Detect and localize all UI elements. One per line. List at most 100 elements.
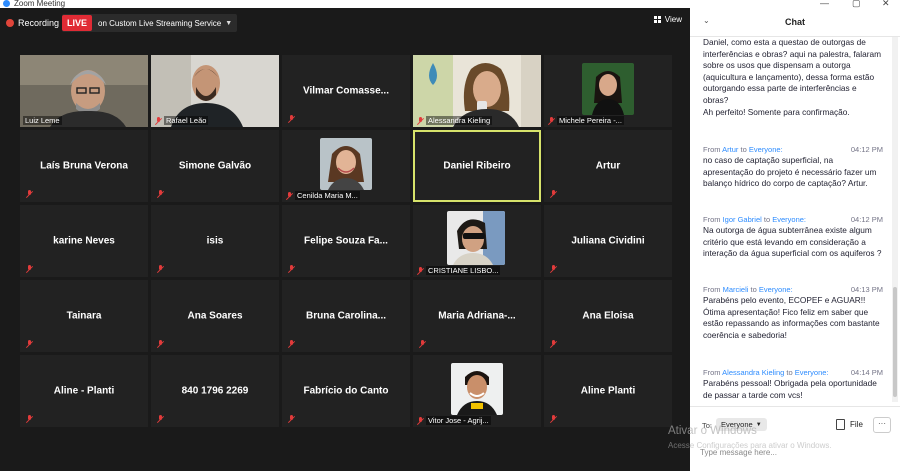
participant-tile[interactable]: Aline - Planti	[20, 355, 148, 427]
sender-name: Marcieli	[722, 285, 749, 294]
mic-muted-icon	[156, 265, 164, 273]
mic-muted-icon	[287, 265, 295, 273]
mic-muted-icon	[549, 190, 557, 198]
participant-name: Artur	[595, 160, 621, 172]
view-label: View	[664, 15, 682, 24]
sender-name: Igor Gabriel	[722, 215, 762, 224]
meeting-area: Recording LIVE on Custom Live Streaming …	[0, 8, 690, 471]
mic-muted-icon	[25, 265, 33, 273]
chat-composer: To: Everyone ▼ File ···	[690, 406, 900, 471]
participant-name: Bruna Carolina...	[305, 310, 386, 322]
message-time: 04:12 PM	[850, 145, 883, 154]
participant-tile[interactable]: karine Neves	[20, 205, 148, 277]
chat-scrollbar[interactable]	[892, 37, 898, 402]
chevron-down-icon: ▼	[225, 19, 233, 27]
participant-tile[interactable]: Cenilda Maria M...	[282, 130, 410, 202]
mic-muted-icon	[416, 416, 424, 425]
chat-message-header: From Igor Gabriel to Everyone: 04:12 PM	[703, 215, 883, 224]
participant-name: Alessandra Kieling	[416, 116, 493, 125]
participant-tile[interactable]: Vitor Jose - Agrij...	[413, 355, 541, 427]
participant-tile[interactable]: Aline Planti	[544, 355, 672, 427]
chat-message-text: Na outorga de água subterrânea existe al…	[703, 225, 882, 259]
file-button[interactable]: File	[836, 419, 863, 430]
mic-muted-icon	[25, 340, 33, 348]
participant-tile-video[interactable]: Alessandra Kieling	[413, 55, 541, 127]
participant-tile[interactable]: Artur	[544, 130, 672, 202]
participant-avatar	[582, 63, 634, 115]
live-badge: LIVE	[62, 15, 93, 31]
chat-message-text: Parabéns pelo evento, ECOPEF e AGUAR!! Ó…	[703, 295, 880, 340]
view-button[interactable]: View	[653, 15, 682, 24]
participant-name: Fabrício do Canto	[303, 385, 389, 397]
participant-avatar	[447, 211, 505, 265]
participant-tile-active-speaker[interactable]: Daniel Ribeiro	[413, 130, 541, 202]
mic-muted-icon	[156, 340, 164, 348]
participant-tile[interactable]: Tainara	[20, 280, 148, 352]
mic-muted-icon	[549, 265, 557, 273]
minimize-icon[interactable]: —	[820, 0, 829, 8]
participant-tile[interactable]: Vilmar Comasse...	[282, 55, 410, 127]
more-options-button[interactable]: ···	[873, 417, 891, 433]
mic-muted-icon	[547, 116, 555, 125]
participant-name: Luiz Leme	[23, 116, 62, 125]
participant-tile[interactable]: 840 1796 2269	[151, 355, 279, 427]
recipient-name: Everyone:	[758, 285, 793, 294]
file-label: File	[850, 420, 863, 429]
participant-tile-video[interactable]: Rafael Leão	[151, 55, 279, 127]
participant-name: Vilmar Comasse...	[303, 85, 389, 97]
participant-tile[interactable]: Felipe Souza Fa...	[282, 205, 410, 277]
participant-name: isis	[206, 235, 224, 247]
participant-tile[interactable]: Michele Pereira -...	[544, 55, 672, 127]
recording-indicator[interactable]: Recording	[6, 14, 59, 32]
chat-messages[interactable]: Daniel, como esta a questao de outorgas …	[690, 37, 890, 402]
participant-name: Aline - Planti	[53, 385, 115, 397]
participant-name: Aline Planti	[580, 385, 636, 397]
recording-label: Recording	[18, 18, 60, 28]
live-stream-menu[interactable]: LIVE on Custom Live Streaming Service ▼	[62, 14, 238, 32]
participant-tile[interactable]: Fabrício do Canto	[282, 355, 410, 427]
mic-muted-icon	[549, 340, 557, 348]
file-icon	[836, 419, 845, 430]
participant-name: Maria Adriana-...	[438, 310, 516, 322]
mic-muted-icon	[416, 266, 424, 275]
mic-muted-icon	[416, 116, 424, 125]
sender-name: Alessandra Kieling	[722, 368, 785, 377]
participant-tile[interactable]: Ana Eloisa	[544, 280, 672, 352]
chat-header: ⌄ Chat	[690, 8, 900, 37]
chat-message: From Igor Gabriel to Everyone: 04:12 PM …	[703, 214, 883, 260]
recipient-name: Everyone:	[772, 215, 807, 224]
participant-tile[interactable]: Laís Bruna Verona	[20, 130, 148, 202]
participant-name: 840 1796 2269	[181, 385, 249, 397]
participant-name: Ana Eloisa	[582, 310, 634, 322]
chat-message-text: no caso de captação superficial, na apre…	[703, 155, 877, 189]
mic-muted-icon	[549, 415, 557, 423]
participant-tile-video[interactable]: Luiz Leme	[20, 55, 148, 127]
windows-activation-hint: Acesse Configurações para ativar o Windo…	[668, 441, 832, 450]
participant-tile[interactable]: CRISTIANE LISBO...	[413, 205, 541, 277]
participant-name: Michele Pereira -...	[547, 116, 624, 125]
live-stream-label: on Custom Live Streaming Service	[98, 18, 222, 28]
mic-muted-icon	[418, 340, 426, 348]
message-time: 04:13 PM	[850, 285, 883, 294]
participant-tile[interactable]: Maria Adriana-...	[413, 280, 541, 352]
recipient-name: Everyone:	[794, 368, 829, 377]
chat-message: From Alessandra Kieling to Everyone: 04:…	[703, 367, 883, 401]
scrollbar-thumb[interactable]	[893, 287, 897, 397]
participant-name: Simone Galvão	[178, 160, 252, 172]
participant-tile[interactable]: Juliana Cividini	[544, 205, 672, 277]
participant-name: Cenilda Maria M...	[285, 191, 360, 200]
participant-tile[interactable]: Ana Soares	[151, 280, 279, 352]
mic-muted-icon	[287, 415, 295, 423]
mic-muted-icon	[156, 415, 164, 423]
participant-tile[interactable]: Simone Galvão	[151, 130, 279, 202]
mic-muted-icon	[287, 340, 295, 348]
window-title: Zoom Meeting	[14, 0, 66, 8]
mic-muted-icon	[285, 191, 293, 200]
participant-tile[interactable]: Bruna Carolina...	[282, 280, 410, 352]
participant-tile[interactable]: isis	[151, 205, 279, 277]
participant-name: Laís Bruna Verona	[40, 160, 128, 172]
participant-name: CRISTIANE LISBO...	[416, 266, 501, 275]
mic-muted-icon	[156, 190, 164, 198]
chat-panel: ⌄ Chat Daniel, como esta a questao de ou…	[690, 8, 900, 471]
chat-message: From Artur to Everyone: 04:12 PM no caso…	[703, 144, 883, 190]
